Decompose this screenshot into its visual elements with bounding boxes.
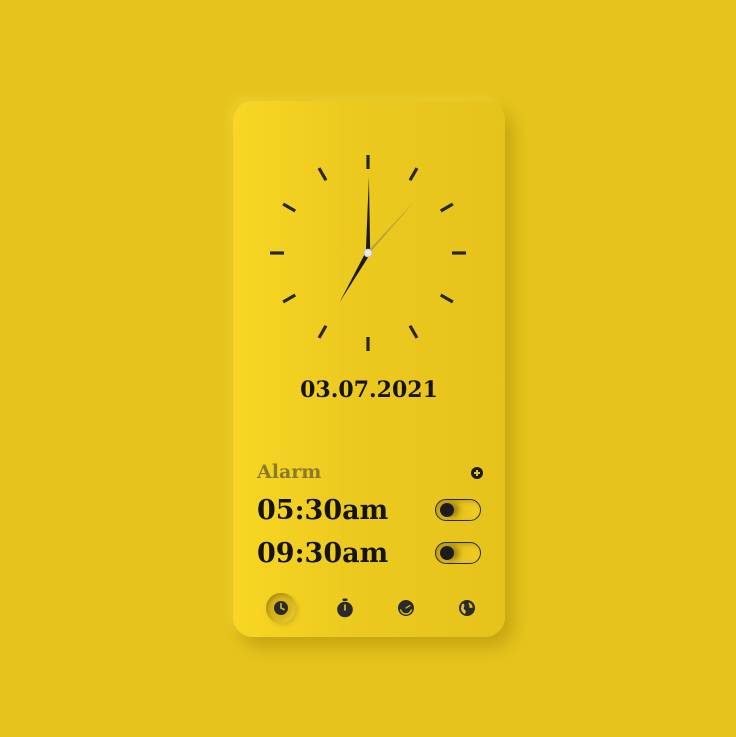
alarm-row: 09:30am [257, 537, 483, 571]
clock-tick [282, 293, 297, 304]
add-alarm-button[interactable] [471, 467, 483, 479]
alarm-header: Alarm [257, 461, 483, 485]
alarm-toggle[interactable] [435, 542, 481, 564]
clock-center-pin [363, 248, 373, 258]
clock-tick [408, 167, 419, 182]
alarm-time: 09:30am [257, 538, 389, 569]
clock-tick [282, 202, 297, 213]
clock-hands [339, 177, 417, 303]
clock-tick [439, 293, 454, 304]
timer-icon [398, 600, 414, 616]
clock-icon [274, 601, 288, 615]
nav-item-clock[interactable] [266, 593, 296, 623]
stopwatch-icon [337, 598, 353, 618]
alarm-title: Alarm [257, 461, 322, 483]
clock-face [270, 155, 466, 351]
page: 03.07.2021 Alarm 05:30am 09:30am [0, 0, 736, 737]
clock-tick [439, 202, 454, 213]
globe-icon [459, 600, 475, 616]
analog-clock [263, 148, 473, 358]
phone-card: 03.07.2021 Alarm 05:30am 09:30am [233, 101, 505, 637]
toggle-knob [440, 546, 454, 560]
second-hand [365, 199, 417, 256]
nav-item-world[interactable] [452, 593, 482, 623]
clock-tick [317, 167, 328, 182]
minute-hand [365, 177, 371, 257]
nav-item-stopwatch[interactable] [330, 593, 360, 623]
clock-tick [408, 324, 419, 339]
alarm-toggle[interactable] [435, 499, 481, 521]
date-display: 03.07.2021 [300, 377, 438, 403]
hour-hand [339, 251, 371, 303]
toggle-knob [440, 503, 454, 517]
bottom-nav [233, 593, 505, 623]
nav-item-timer[interactable] [391, 593, 421, 623]
clock-tick [317, 324, 328, 339]
alarm-row: 05:30am [257, 494, 483, 528]
alarm-time: 05:30am [257, 495, 389, 526]
